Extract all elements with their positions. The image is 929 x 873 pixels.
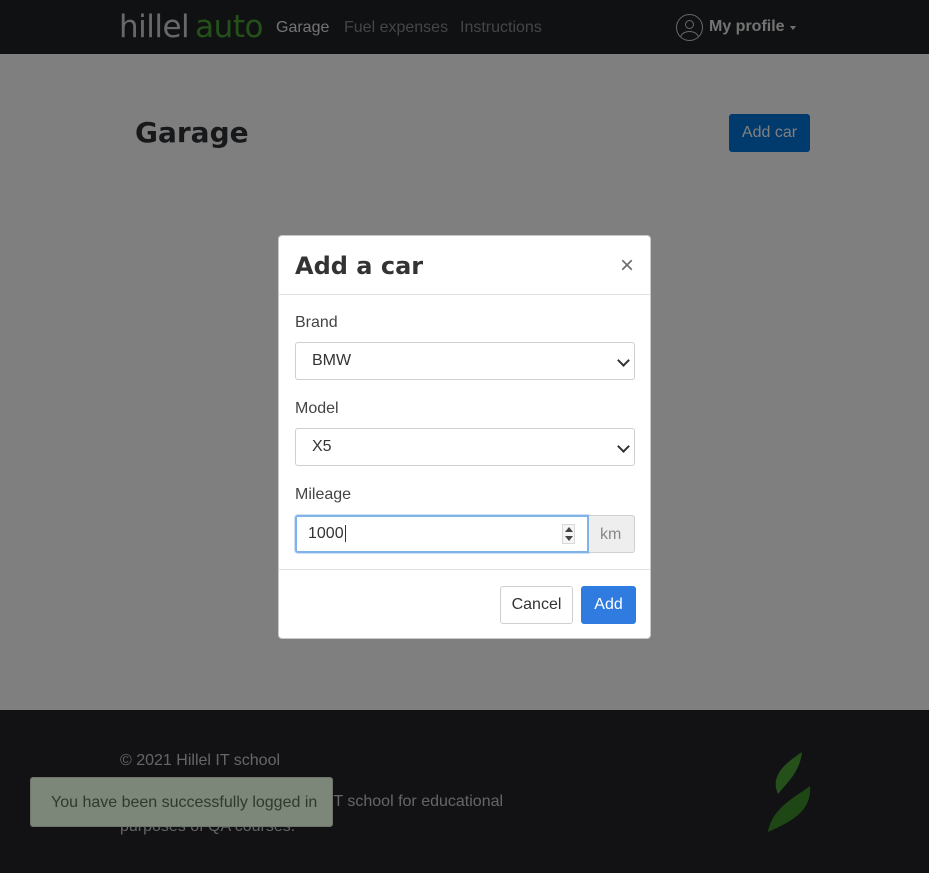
model-label: Model	[295, 400, 339, 417]
mileage-input-value: 1000	[308, 525, 346, 543]
mileage-input[interactable]: 1000	[295, 515, 589, 553]
chevron-down-icon	[617, 354, 630, 367]
model-select[interactable]: X5	[295, 428, 635, 466]
success-toast[interactable]: You have been successfully logged in	[30, 777, 333, 827]
brand-select[interactable]: BMW	[295, 342, 635, 380]
toast-message: You have been successfully logged in	[51, 794, 318, 811]
brand-label: Brand	[295, 314, 338, 331]
brand-select-value: BMW	[312, 352, 352, 369]
cancel-button[interactable]: Cancel	[500, 586, 573, 624]
modal-header: Add a car ×	[279, 236, 650, 295]
text-cursor	[344, 525, 346, 543]
mileage-number: 1000	[308, 525, 344, 542]
add-car-modal: Add a car × Brand BMW Model X5 Mileage 1…	[278, 235, 651, 639]
add-button[interactable]: Add	[581, 586, 636, 624]
number-spinner[interactable]	[562, 524, 575, 544]
mileage-unit: km	[600, 526, 622, 543]
close-icon[interactable]: ×	[617, 254, 637, 278]
model-select-value: X5	[312, 438, 332, 455]
chevron-down-icon	[617, 440, 630, 453]
mileage-label: Mileage	[295, 486, 352, 503]
spin-down-icon[interactable]	[565, 536, 573, 541]
modal-title: Add a car	[295, 252, 424, 280]
spin-up-icon[interactable]	[565, 527, 573, 532]
modal-footer-divider	[279, 569, 650, 570]
mileage-unit-addon: km	[589, 515, 635, 553]
